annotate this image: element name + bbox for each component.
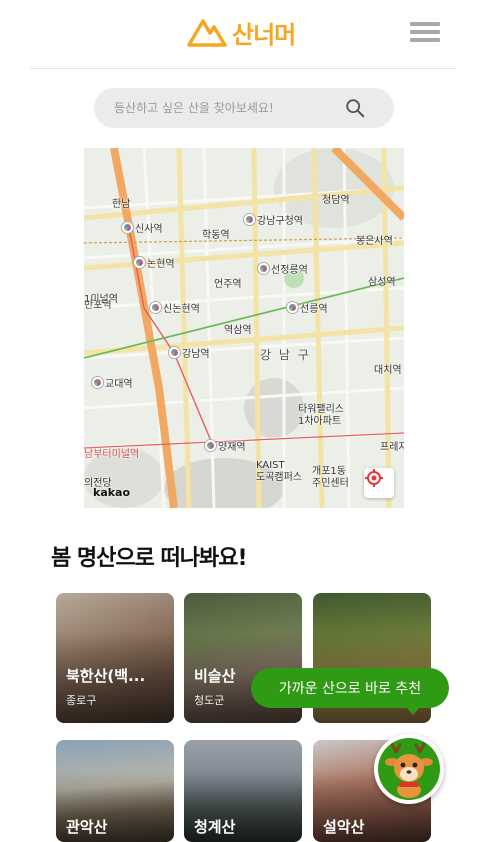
map-label-district: 강 남 구 [260,348,311,362]
locate-button[interactable] [364,468,394,498]
app-header: 산너머 [0,0,483,68]
bubble-tail [405,706,421,715]
map-view[interactable]: 신사역 강남구청역 논현역 선정릉역 신논현역 선릉역 강남역 교대역 양재역 … [84,148,404,508]
logo-text: 산너머 [232,20,296,49]
map-label-kaist: KAIST 도곡캠퍼스 [256,460,302,483]
station-sinsa[interactable]: 신사역 [122,220,163,235]
search-bar [94,88,394,128]
card-name: 북한산(백... [66,667,146,685]
mountain-card-cheonggyesan[interactable]: 청계산 [184,740,302,842]
station-seolleung[interactable]: 선릉역 [287,300,328,315]
deer-mascot-icon [385,742,433,798]
map-label-mido: 1미널역 [84,294,118,305]
map-label-tower-palace: 타워팰리스 1차아파트 [298,404,344,427]
card-region: 종로구 [66,694,97,707]
recommend-nearby-button[interactable]: 가까운 산으로 바로 추천 [251,668,449,708]
header-divider [30,68,456,69]
map-label-bongeunsa: 봉은사역 [356,236,393,247]
mountain-card-bukhansan[interactable]: 북한산(백... 종로구 [56,593,174,723]
station-seonjeongneung[interactable]: 선정릉역 [258,261,308,276]
search-icon[interactable] [344,97,366,119]
hamburger-menu-icon[interactable] [410,22,440,46]
map-provider-logo: kakao [93,486,131,499]
map-label-hannam: 한남 [112,199,131,210]
section-title: 봄 명산으로 떠나봐요! [51,546,248,571]
card-region: 청도군 [194,694,225,707]
search-input[interactable] [114,88,344,128]
station-nonhyeon[interactable]: 논현역 [134,255,175,270]
map-label-preji: 프레지 [380,442,404,453]
map-label-cheongdam: 청담역 [322,195,350,206]
map-label-nambu: 남부터미널역 [84,449,140,460]
map-label-hakdong: 학동역 [202,230,230,241]
mountain-triangle-icon [187,19,227,47]
crosshair-locate-icon [365,469,383,487]
station-sinnonhyeon[interactable]: 신논현역 [150,300,200,315]
app-logo[interactable]: 산너머 [186,14,296,50]
card-name: 설악산 [323,818,365,836]
station-gangnam[interactable]: 강남역 [169,345,210,360]
map-label-gaepo: 개포1동 주민센터 [312,466,349,489]
station-gangnamgucheong[interactable]: 강남구청역 [244,212,303,227]
map-label-yeoksam: 역삼역 [224,325,252,336]
mountain-card-gwanaksan[interactable]: 관악산 [56,740,174,842]
station-gyodae[interactable]: 교대역 [92,375,133,390]
card-name: 청계산 [194,818,236,836]
mascot-button[interactable] [374,734,444,804]
map-label-daechi: 대치역 [374,365,402,376]
station-yangjae[interactable]: 양재역 [205,438,246,453]
map-label-samseong: 삼성역 [368,277,396,288]
card-name: 관악산 [66,818,108,836]
map-label-eonju: 언주역 [214,279,242,290]
